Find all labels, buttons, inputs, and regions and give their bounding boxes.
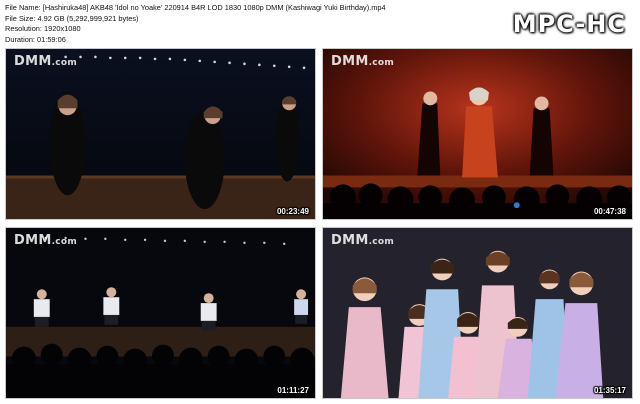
stage-scene-uniform (6, 228, 315, 398)
stage-scene-pastel (323, 228, 632, 398)
duration-line: Duration: 01:59:06 (5, 34, 66, 44)
thumbnail-4[interactable]: DMM.com 01:35:17 (322, 227, 633, 399)
dmm-watermark: DMM.com (331, 233, 395, 248)
stage-scene-dark (6, 49, 315, 219)
timestamp: 01:11:27 (277, 386, 309, 395)
file-size-line: File Size: 4.92 GB (5,292,999,921 bytes) (5, 13, 139, 23)
thumbnail-3[interactable]: DMM.com 01:11:27 (5, 227, 316, 399)
dmm-watermark: DMM.com (14, 54, 78, 69)
stage-scene-red (323, 49, 632, 219)
file-name-line: File Name: [Hashiruka48] AKB48 'Idol no … (5, 3, 386, 12)
thumbnail-2[interactable]: DMM.com 00:47:38 (322, 48, 633, 220)
timestamp: 00:47:38 (593, 207, 626, 216)
timestamp: 01:35:17 (593, 386, 626, 395)
file-info: File Name: [Hashiruka48] AKB48 'Idol no … (5, 3, 386, 45)
dmm-watermark: DMM.com (14, 233, 78, 248)
resolution-line: Resolution: 1920x1080 (5, 24, 81, 34)
dmm-watermark: DMM.com (331, 54, 395, 69)
mpc-hc-logo: MPC-HC (512, 10, 626, 38)
timestamp: 00:23:49 (276, 207, 309, 216)
thumbnail-1[interactable]: DMM.com 00:23:49 (5, 48, 316, 220)
